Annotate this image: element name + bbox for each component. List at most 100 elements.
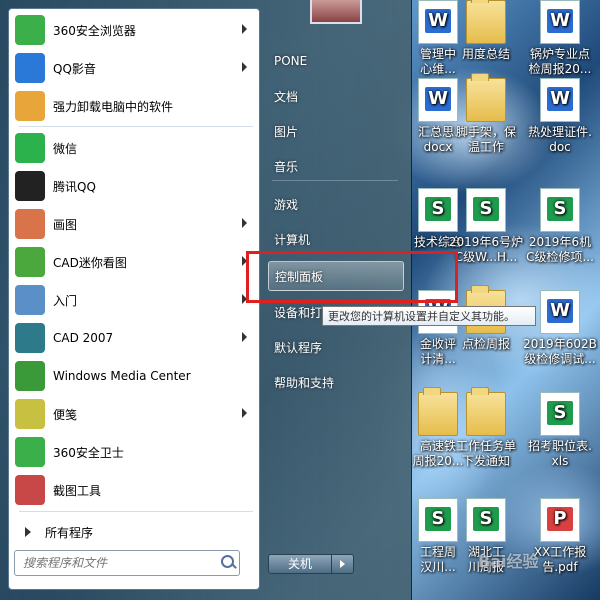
all-programs-label: 所有程序 <box>45 525 94 540</box>
xls-file-icon: S <box>466 188 506 232</box>
all-programs-button[interactable]: 所有程序 <box>11 517 257 547</box>
file-type-glyph: S <box>547 401 573 425</box>
submenu-arrow-icon[interactable] <box>242 408 247 418</box>
desktop-file-label-line2: 下发通知 <box>461 454 510 468</box>
start-right-item[interactable]: PONE <box>268 46 404 76</box>
search-input[interactable] <box>15 552 217 574</box>
sticky-notes-icon <box>15 399 45 429</box>
program-item[interactable]: 微信 <box>11 129 257 167</box>
desktop-file[interactable]: S 2019年6号炉 C级W...H... <box>448 188 524 265</box>
qq-player-icon <box>15 53 45 83</box>
desktop-file-label-line2: doc <box>549 140 571 154</box>
desktop-file-label: 工作任务单 <box>455 439 516 453</box>
folder-file-icon <box>466 387 506 436</box>
uninstaller-icon <box>15 91 45 121</box>
program-item[interactable]: 画图 <box>11 205 257 243</box>
start-right-item[interactable]: 文档 <box>268 81 404 111</box>
start-search-box[interactable] <box>14 550 240 576</box>
program-item-label: 360安全浏览器 <box>53 23 136 38</box>
xls-file-icon: S <box>466 498 506 542</box>
submenu-arrow-icon[interactable] <box>242 24 247 34</box>
desktop-file[interactable]: W 锅炉专业点 检周报20... <box>522 0 598 77</box>
divider <box>19 126 253 127</box>
doc-file-icon: W <box>540 78 580 122</box>
getting-started-icon <box>15 285 45 315</box>
program-item-label: CAD 2007 <box>53 331 114 345</box>
program-item[interactable]: 截图工具 <box>11 471 257 509</box>
desktop-file-label-line2: 温工作 <box>467 140 504 154</box>
file-type-glyph: S <box>473 197 499 221</box>
user-avatar[interactable] <box>310 0 362 24</box>
desktop-file-label: 热处理证件. <box>528 125 592 139</box>
program-item-label: 微信 <box>53 141 78 156</box>
program-item[interactable]: 便笺 <box>11 395 257 433</box>
program-item-label: 截图工具 <box>53 483 102 498</box>
xls-file-icon: S <box>540 188 580 232</box>
desktop-file-label-line2: C级W...H... <box>454 250 518 264</box>
desktop-file[interactable]: 工作任务单 下发通知 <box>448 387 524 469</box>
paint-icon <box>15 209 45 239</box>
desktop-file-label-line2: C级检修项... <box>526 250 594 264</box>
program-item[interactable]: 强力卸载电脑中的软件 <box>11 87 257 125</box>
file-type-glyph: W <box>547 299 573 323</box>
program-item[interactable]: CAD迷你看图 <box>11 243 257 281</box>
program-item-label: Windows Media Center <box>53 369 191 383</box>
desktop-file-label: 脚手架，保 <box>455 125 516 139</box>
shutdown-options-arrow-icon[interactable] <box>332 554 354 574</box>
program-item-label: 强力卸载电脑中的软件 <box>53 99 174 114</box>
submenu-arrow-icon[interactable] <box>242 62 247 72</box>
program-item-label: 入门 <box>53 293 78 308</box>
program-item-label: CAD迷你看图 <box>53 255 127 270</box>
start-right-item[interactable]: 帮助和支持 <box>268 367 404 397</box>
program-item[interactable]: Windows Media Center <box>11 357 257 395</box>
program-item[interactable]: 入门 <box>11 281 257 319</box>
control-panel-tooltip: 更改您的计算机设置并自定义其功能。 <box>322 306 536 326</box>
start-right-item[interactable]: 游戏 <box>268 189 404 219</box>
desktop-file[interactable]: S 2019年6机 C级检修项... <box>522 188 598 265</box>
program-item[interactable]: 360安全卫士 <box>11 433 257 471</box>
shutdown-control[interactable]: 关机 <box>268 554 356 574</box>
doc-file-icon: W <box>540 0 580 44</box>
start-right-item[interactable]: 计算机 <box>268 224 404 254</box>
file-type-glyph: P <box>547 507 573 531</box>
desktop-file-label-line2: xls <box>551 454 569 468</box>
folder-file-icon <box>466 73 506 122</box>
cad-2007-icon <box>15 323 45 353</box>
file-type-glyph: W <box>547 9 573 33</box>
desktop-file-label: 2019年6号炉 <box>448 235 524 249</box>
desktop-file[interactable]: 脚手架，保 温工作 <box>448 73 524 155</box>
start-right-item[interactable]: 音乐 <box>268 151 404 181</box>
file-type-glyph: W <box>547 87 573 111</box>
program-item[interactable]: 腾讯QQ <box>11 167 257 205</box>
highlight-annotation-box <box>246 251 458 303</box>
desktop-file-label: 点检周报 <box>461 337 510 351</box>
program-item-label: 腾讯QQ <box>53 179 96 194</box>
program-item-label: 画图 <box>53 217 78 232</box>
submenu-arrow-icon[interactable] <box>242 332 247 342</box>
program-item[interactable]: CAD 2007 <box>11 319 257 357</box>
watermark: Bai经验 <box>478 552 539 571</box>
start-right-item[interactable]: 默认程序 <box>268 332 404 362</box>
start-right-item[interactable]: 图片 <box>268 116 404 146</box>
search-icon[interactable] <box>217 552 239 574</box>
desktop-file[interactable]: 用度总结 <box>448 0 524 62</box>
triangle-right-icon <box>25 527 31 537</box>
desktop-file-label: 2019年602B <box>523 337 597 351</box>
desktop-file-label: 用度总结 <box>461 47 510 61</box>
desktop-file[interactable]: W 热处理证件. doc <box>522 78 598 155</box>
program-item[interactable]: 360安全浏览器 <box>11 11 257 49</box>
cad-viewer-icon <box>15 247 45 277</box>
submenu-arrow-icon[interactable] <box>242 218 247 228</box>
desktop-file-label: 锅炉专业点 <box>529 47 590 61</box>
xls-file-icon: S <box>540 392 580 436</box>
desktop-file[interactable]: W 2019年602B 级检修调试... <box>522 290 598 367</box>
shutdown-button[interactable]: 关机 <box>268 554 332 574</box>
wechat-icon <box>15 133 45 163</box>
program-item[interactable]: QQ影音 <box>11 49 257 87</box>
folder-file-icon <box>466 0 506 44</box>
program-item-label: 便笺 <box>53 407 78 422</box>
360-browser-icon <box>15 15 45 45</box>
start-menu-programs-pane: 360安全浏览器 QQ影音强力卸载电脑中的软件 微信腾讯QQ 画图 CAD迷你看图 入门 C… <box>8 8 260 590</box>
desktop-file-label: 2019年6机 <box>528 235 592 249</box>
desktop-file[interactable]: S 招考职位表. xls <box>522 392 598 469</box>
